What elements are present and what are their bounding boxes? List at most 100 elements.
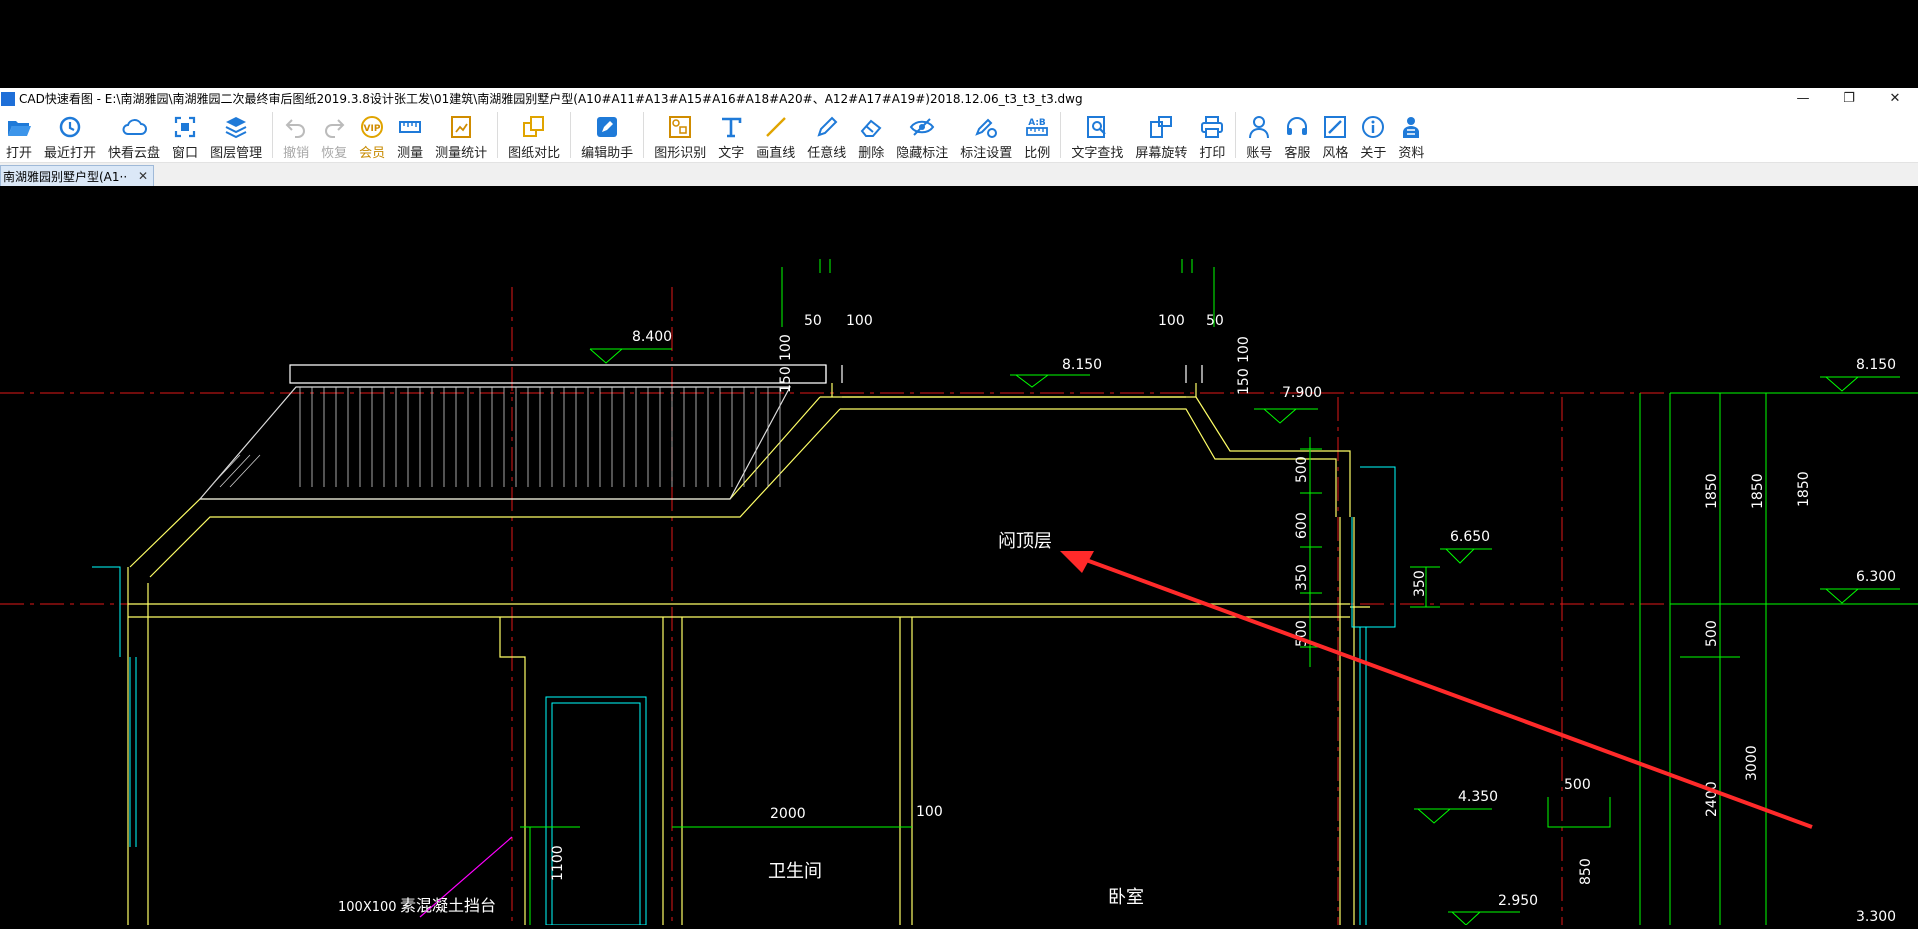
measure-button[interactable]: 测量	[391, 109, 429, 162]
dimension-label: 2000	[770, 806, 806, 822]
elevation-label: 8.400	[632, 329, 672, 345]
printer-icon	[1201, 116, 1224, 138]
annotation-settings-button[interactable]: 标注设置	[954, 109, 1018, 162]
style-brush-icon	[1324, 116, 1347, 138]
open-button[interactable]: 打开	[0, 109, 38, 162]
cloud-disk-button[interactable]: 快看云盘	[102, 109, 166, 162]
elevation-label: 6.300	[1856, 569, 1896, 585]
dimension-label: 500	[1294, 456, 1310, 483]
dimension-label: 1850	[1704, 473, 1720, 509]
window-button[interactable]: 窗口	[166, 109, 204, 162]
dimension-label: 3000	[1744, 745, 1760, 781]
dimension-label: 100	[916, 804, 943, 820]
roof-hatch	[209, 387, 781, 488]
draw-line-button[interactable]: 画直线	[750, 109, 801, 162]
window-title: CAD快速看图 - E:\南湖雅园\南湖雅园二次最终审后图纸2019.3.8设计…	[19, 92, 1083, 106]
dimension-lines	[520, 259, 1918, 925]
dimension-label: 350	[1412, 570, 1428, 597]
customer-service-button[interactable]: 客服	[1278, 109, 1316, 162]
dimension-label: 850	[1578, 858, 1594, 885]
room-label-attic: 闷顶层	[998, 531, 1052, 552]
pen-icon	[817, 116, 838, 137]
edit-document-icon	[597, 117, 618, 137]
resources-button[interactable]: 资料	[1392, 109, 1430, 162]
layers-icon	[225, 117, 247, 139]
elevation-label: 8.150	[1856, 357, 1896, 373]
cloud-icon	[122, 119, 147, 135]
room-label-bathroom: 卫生间	[768, 861, 822, 882]
tab-label: 南湖雅园别墅户型(A1··	[3, 169, 128, 184]
text-button[interactable]: 文字	[712, 109, 750, 162]
vip-member-button[interactable]: VIP 会员	[353, 109, 391, 162]
redo-button[interactable]: 恢复	[315, 109, 353, 162]
history-clock-icon	[59, 116, 81, 138]
dimension-labels: 50 100 100 50 100 150 100 150 500 600 35…	[550, 313, 1812, 885]
cad-drawing: 8.400 8.150 7.900 8.150 6.650 6.300 4.35…	[0, 259, 1918, 926]
print-button[interactable]: 打印	[1193, 109, 1231, 162]
elevation-label: 6.650	[1450, 529, 1490, 545]
title-bar: CAD快速看图 - E:\南湖雅园\南湖雅园二次最终审后图纸2019.3.8设计…	[0, 88, 1918, 109]
measure-statistics-button[interactable]: 测量统计	[429, 109, 493, 162]
resources-person-icon	[1403, 117, 1420, 138]
delete-button[interactable]: 删除	[852, 109, 890, 162]
annotation-arrow	[1060, 551, 1813, 829]
elevation-label: 3.300	[1856, 909, 1896, 925]
elevation-label: 7.900	[1282, 385, 1322, 401]
dimension-label: 50	[804, 313, 822, 329]
toolbar-separator	[643, 112, 645, 158]
drawing-canvas[interactable]: 8.400 8.150 7.900 8.150 6.650 6.300 4.35…	[0, 187, 1918, 926]
toolbar: 打开 最近打开 快看云盘 窗口 图层管理 撤销 恢复 VIP 会员 测量 测量统…	[0, 109, 1918, 163]
undo-arrow-icon	[285, 119, 306, 138]
minimize-button[interactable]: —	[1780, 88, 1826, 109]
redo-arrow-icon	[325, 119, 345, 138]
user-icon	[1249, 116, 1270, 139]
find-text-button[interactable]: 文字查找	[1065, 109, 1129, 162]
pen-gear-icon	[975, 118, 998, 138]
headset-icon	[1287, 117, 1308, 135]
svg-text:VIP: VIP	[364, 124, 381, 134]
scale-button[interactable]: A:B 比例	[1018, 109, 1056, 162]
undo-button[interactable]: 撤销	[277, 109, 315, 162]
dimension-label: 500	[1564, 777, 1591, 793]
dimension-label: 500	[1704, 620, 1720, 647]
room-label-bedroom: 卧室	[1108, 887, 1144, 908]
drawing-compare-button[interactable]: 图纸对比	[502, 109, 566, 162]
hide-annotations-button[interactable]: 隐藏标注	[890, 109, 954, 162]
freehand-line-button[interactable]: 任意线	[801, 109, 852, 162]
about-button[interactable]: 关于	[1354, 109, 1392, 162]
elevation-label: 8.150	[1062, 357, 1102, 373]
document-tab-bar: 南湖雅园别墅户型(A1·· ✕	[0, 163, 1918, 186]
dimension-label: 100	[778, 334, 794, 361]
dimension-label: 100	[1158, 313, 1185, 329]
search-document-icon	[1087, 116, 1107, 138]
dimension-label: 1850	[1750, 473, 1766, 509]
account-button[interactable]: 账号	[1240, 109, 1278, 162]
style-button[interactable]: 风格	[1316, 109, 1354, 162]
recent-open-button[interactable]: 最近打开	[38, 109, 102, 162]
dimension-label: 100	[846, 313, 873, 329]
elevation-label: 2.950	[1498, 893, 1538, 909]
screen-rotate-button[interactable]: 屏幕旋转	[1129, 109, 1193, 162]
close-button[interactable]: ✕	[1872, 88, 1918, 109]
dimension-label: 100	[1236, 336, 1252, 363]
shape-recognition-icon	[669, 116, 692, 138]
dimension-label: 150	[1236, 368, 1252, 395]
document-tab[interactable]: 南湖雅园别墅户型(A1·· ✕	[0, 165, 154, 186]
window-details	[92, 466, 1396, 926]
layer-manager-button[interactable]: 图层管理	[204, 109, 268, 162]
dimension-label: 50	[1206, 313, 1224, 329]
toolbar-separator	[1060, 112, 1062, 158]
toolbar-separator	[570, 112, 572, 158]
restore-button[interactable]: ❐	[1826, 88, 1872, 109]
shape-recognition-button[interactable]: 图形识别	[648, 109, 712, 162]
window-frame-icon	[174, 116, 196, 138]
dimension-label: 1100	[550, 845, 566, 881]
edit-assistant-button[interactable]: 编辑助手	[575, 109, 639, 162]
roof-structure	[127, 364, 1370, 925]
room-labels: 闷顶层 卫生间 卧室 素混凝土挡台 100X100	[338, 531, 1144, 915]
dimension-label: 1850	[1796, 471, 1812, 507]
straight-line-icon	[765, 117, 786, 137]
elevation-label: 4.350	[1458, 789, 1498, 805]
tab-close-icon[interactable]: ✕	[138, 169, 148, 183]
axis-lines	[0, 287, 1918, 925]
